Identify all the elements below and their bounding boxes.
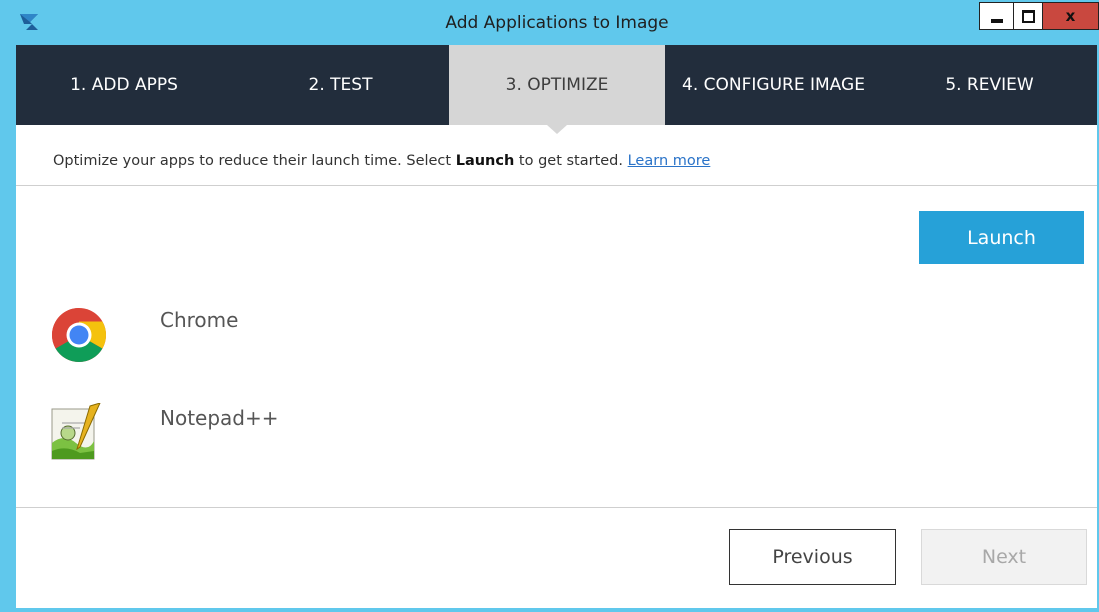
close-icon: x <box>1065 7 1076 25</box>
instruction-text: Optimize your apps to reduce their launc… <box>53 153 456 169</box>
step-label: 1. ADD APPS <box>70 75 178 95</box>
divider-top <box>16 185 1097 186</box>
step-configure-image[interactable]: 4. CONFIGURE IMAGE <box>665 45 882 125</box>
add-applications-window: Add Applications to Image x 1. ADD APPS … <box>0 0 1099 612</box>
next-button[interactable]: Next <box>921 529 1087 585</box>
window-frame-left <box>0 45 16 612</box>
instruction-text-end: to get started. <box>514 153 628 169</box>
minimize-button[interactable] <box>979 2 1014 30</box>
instruction-bold: Launch <box>455 153 515 169</box>
divider-bottom <box>16 507 1097 508</box>
optimize-instructions: Optimize your apps to reduce their launc… <box>53 153 710 169</box>
step-add-apps[interactable]: 1. ADD APPS <box>16 45 232 125</box>
app-item-notepadpp[interactable]: Notepad++ <box>50 403 650 463</box>
window-title: Add Applications to Image <box>445 13 669 33</box>
close-button[interactable]: x <box>1043 2 1099 30</box>
app-name: Chrome <box>160 308 239 332</box>
maximize-button[interactable] <box>1014 2 1043 30</box>
step-label: 5. REVIEW <box>945 75 1034 95</box>
maximize-icon <box>1021 9 1035 23</box>
app-item-chrome[interactable]: Chrome <box>50 306 650 366</box>
launch-button[interactable]: Launch <box>919 211 1084 264</box>
active-step-indicator <box>547 125 567 134</box>
window-frame-bottom <box>0 608 1099 612</box>
step-optimize[interactable]: 3. OPTIMIZE <box>449 45 665 134</box>
step-label: 4. CONFIGURE IMAGE <box>682 75 865 95</box>
wizard-steps: 1. ADD APPS 2. TEST 3. OPTIMIZE 4. CONFI… <box>16 45 1097 134</box>
step-label: 3. OPTIMIZE <box>505 75 609 95</box>
notepadpp-icon <box>51 403 101 460</box>
app-name: Notepad++ <box>160 406 279 430</box>
learn-more-link[interactable]: Learn more <box>628 153 711 169</box>
step-test[interactable]: 2. TEST <box>232 45 449 125</box>
step-label: 2. TEST <box>308 75 373 95</box>
title-bar[interactable]: Add Applications to Image x <box>0 0 1099 45</box>
step-review[interactable]: 5. REVIEW <box>882 45 1097 125</box>
minimize-icon <box>990 18 1003 23</box>
chrome-icon <box>51 308 107 363</box>
previous-button[interactable]: Previous <box>729 529 896 585</box>
